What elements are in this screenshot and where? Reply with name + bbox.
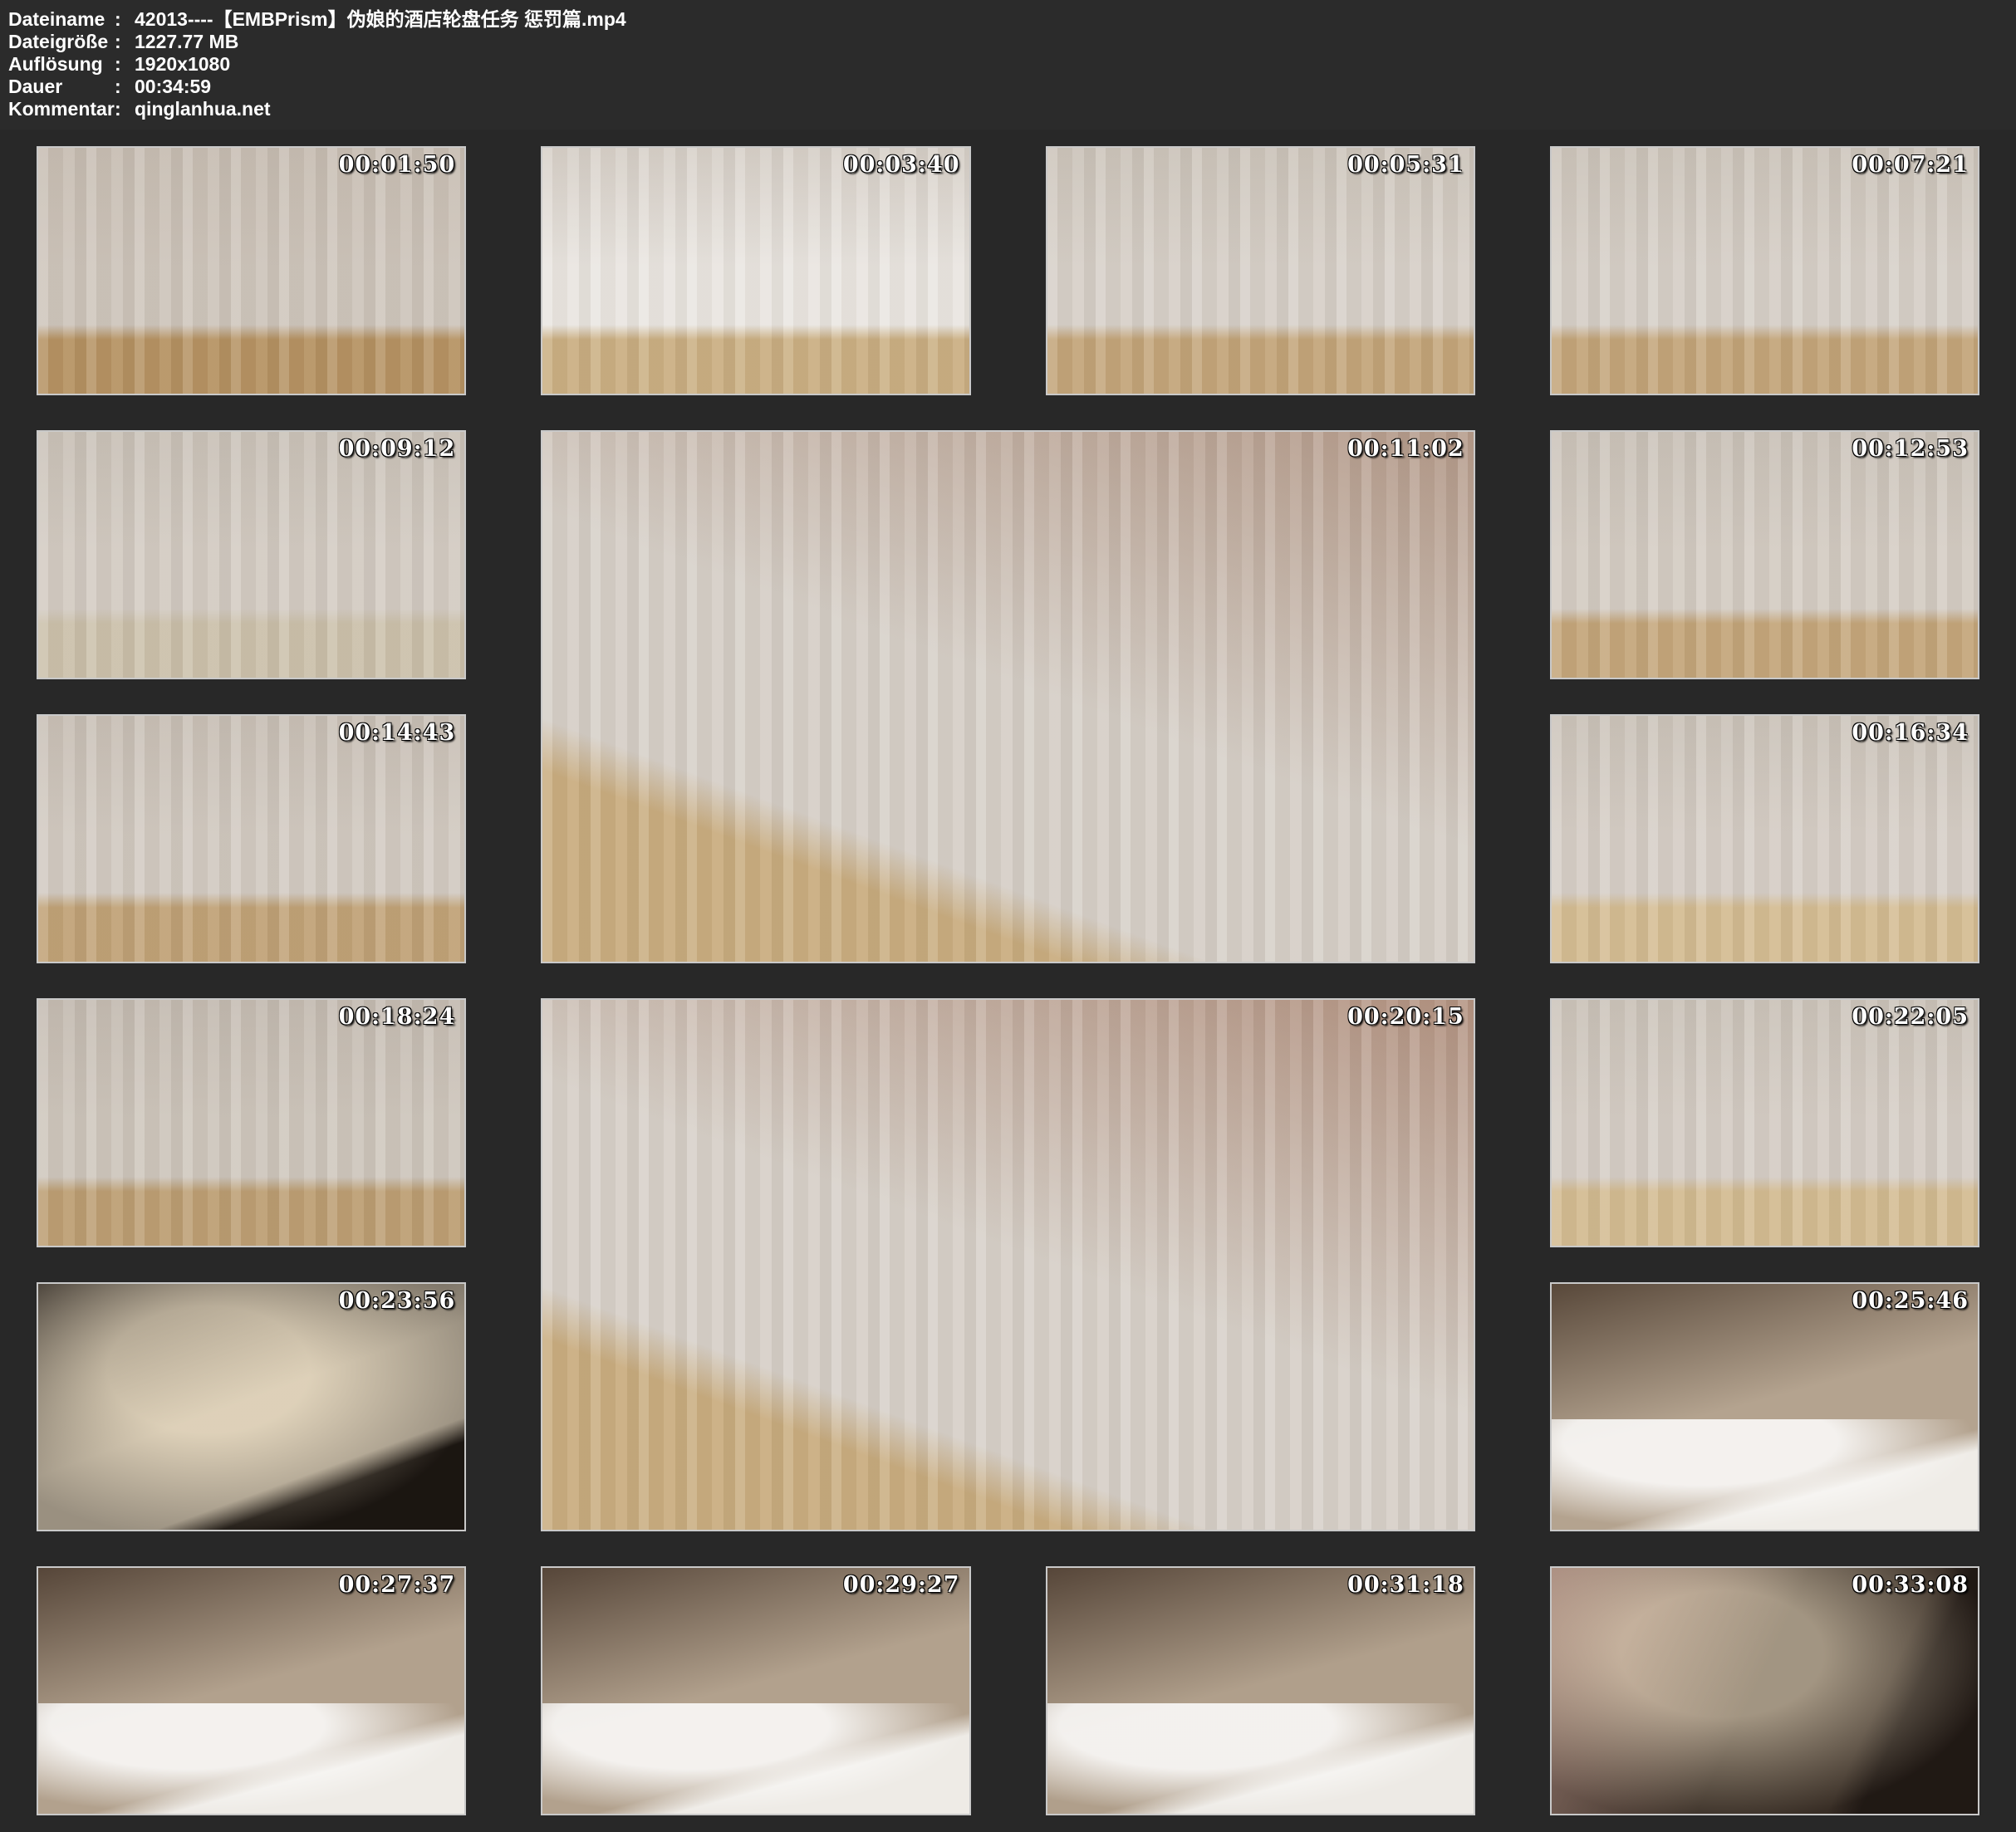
metadata-row-resolution: Auflösung:1920x1080 (8, 53, 2016, 76)
filesize-value: 1227.77 MB (135, 31, 238, 53)
timestamp-overlay: 00:05:31 (1347, 152, 1464, 178)
metadata-row-comment: Kommentar: qinglanhua.net (8, 98, 2016, 120)
video-thumbnail-large: 00:11:02 (541, 430, 1475, 963)
metadata-label: Auflösung (8, 53, 115, 76)
resolution-value: 1920x1080 (135, 53, 230, 76)
timestamp-overlay: 00:22:05 (1852, 1004, 1969, 1030)
timestamp-overlay: 00:12:53 (1852, 436, 1969, 462)
video-thumbnail: 00:29:27 (541, 1566, 970, 1815)
metadata-row-filename: Dateiname:42013----【EMBPrism】伪娘的酒店轮盘任务 惩… (8, 8, 2016, 31)
timestamp-overlay: 00:25:46 (1852, 1288, 1969, 1314)
metadata-row-duration: Dauer:00:34:59 (8, 76, 2016, 98)
video-thumbnail: 00:23:56 (37, 1282, 466, 1531)
metadata-label: Dateigröße (8, 31, 115, 53)
video-thumbnail: 00:03:40 (541, 146, 970, 395)
filename-value: 42013----【EMBPrism】伪娘的酒店轮盘任务 惩罚篇.mp4 (135, 8, 626, 31)
metadata-separator: : (115, 8, 126, 31)
video-thumbnail: 00:09:12 (37, 430, 466, 679)
video-thumbnail-large: 00:20:15 (541, 998, 1475, 1531)
timestamp-overlay: 00:18:24 (339, 1004, 456, 1030)
comment-value: qinglanhua.net (135, 98, 271, 120)
timestamp-overlay: 00:09:12 (339, 436, 456, 462)
video-thumbnail: 00:12:53 (1550, 430, 1979, 679)
timestamp-overlay: 00:27:37 (339, 1572, 456, 1598)
duration-value: 00:34:59 (135, 76, 211, 98)
metadata-label: Dauer (8, 76, 115, 98)
metadata-separator: : (115, 53, 126, 76)
timestamp-overlay: 00:11:02 (1347, 436, 1464, 462)
timestamp-overlay: 00:14:43 (339, 720, 456, 746)
video-thumbnail: 00:14:43 (37, 714, 466, 963)
metadata-separator: : (115, 98, 126, 120)
thumbnail-grid: 00:01:50 00:03:40 00:05:31 00:07:21 00:0… (3, 133, 2013, 1829)
timestamp-overlay: 00:31:18 (1347, 1572, 1464, 1598)
timestamp-overlay: 00:23:56 (339, 1288, 456, 1314)
timestamp-overlay: 00:29:27 (843, 1572, 960, 1598)
video-thumbnail: 00:33:08 (1550, 1566, 1979, 1815)
video-thumbnail: 00:01:50 (37, 146, 466, 395)
video-thumbnail: 00:16:34 (1550, 714, 1979, 963)
video-thumbnail: 00:18:24 (37, 998, 466, 1247)
video-thumbnail: 00:27:37 (37, 1566, 466, 1815)
file-metadata-header: Dateiname:42013----【EMBPrism】伪娘的酒店轮盘任务 惩… (0, 0, 2016, 130)
metadata-label: Kommentar (8, 98, 115, 120)
video-thumbnail: 00:22:05 (1550, 998, 1979, 1247)
metadata-label: Dateiname (8, 8, 115, 31)
video-thumbnail: 00:31:18 (1046, 1566, 1475, 1815)
video-thumbnail: 00:05:31 (1046, 146, 1475, 395)
metadata-row-filesize: Dateigröße:1227.77 MB (8, 31, 2016, 53)
metadata-separator: : (115, 31, 126, 53)
timestamp-overlay: 00:03:40 (843, 152, 960, 178)
timestamp-overlay: 00:20:15 (1347, 1004, 1464, 1030)
timestamp-overlay: 00:33:08 (1852, 1572, 1969, 1598)
timestamp-overlay: 00:01:50 (339, 152, 456, 178)
video-thumbnail: 00:25:46 (1550, 1282, 1979, 1531)
timestamp-overlay: 00:07:21 (1852, 152, 1969, 178)
metadata-separator: : (115, 76, 126, 98)
timestamp-overlay: 00:16:34 (1852, 720, 1969, 746)
video-thumbnail: 00:07:21 (1550, 146, 1979, 395)
